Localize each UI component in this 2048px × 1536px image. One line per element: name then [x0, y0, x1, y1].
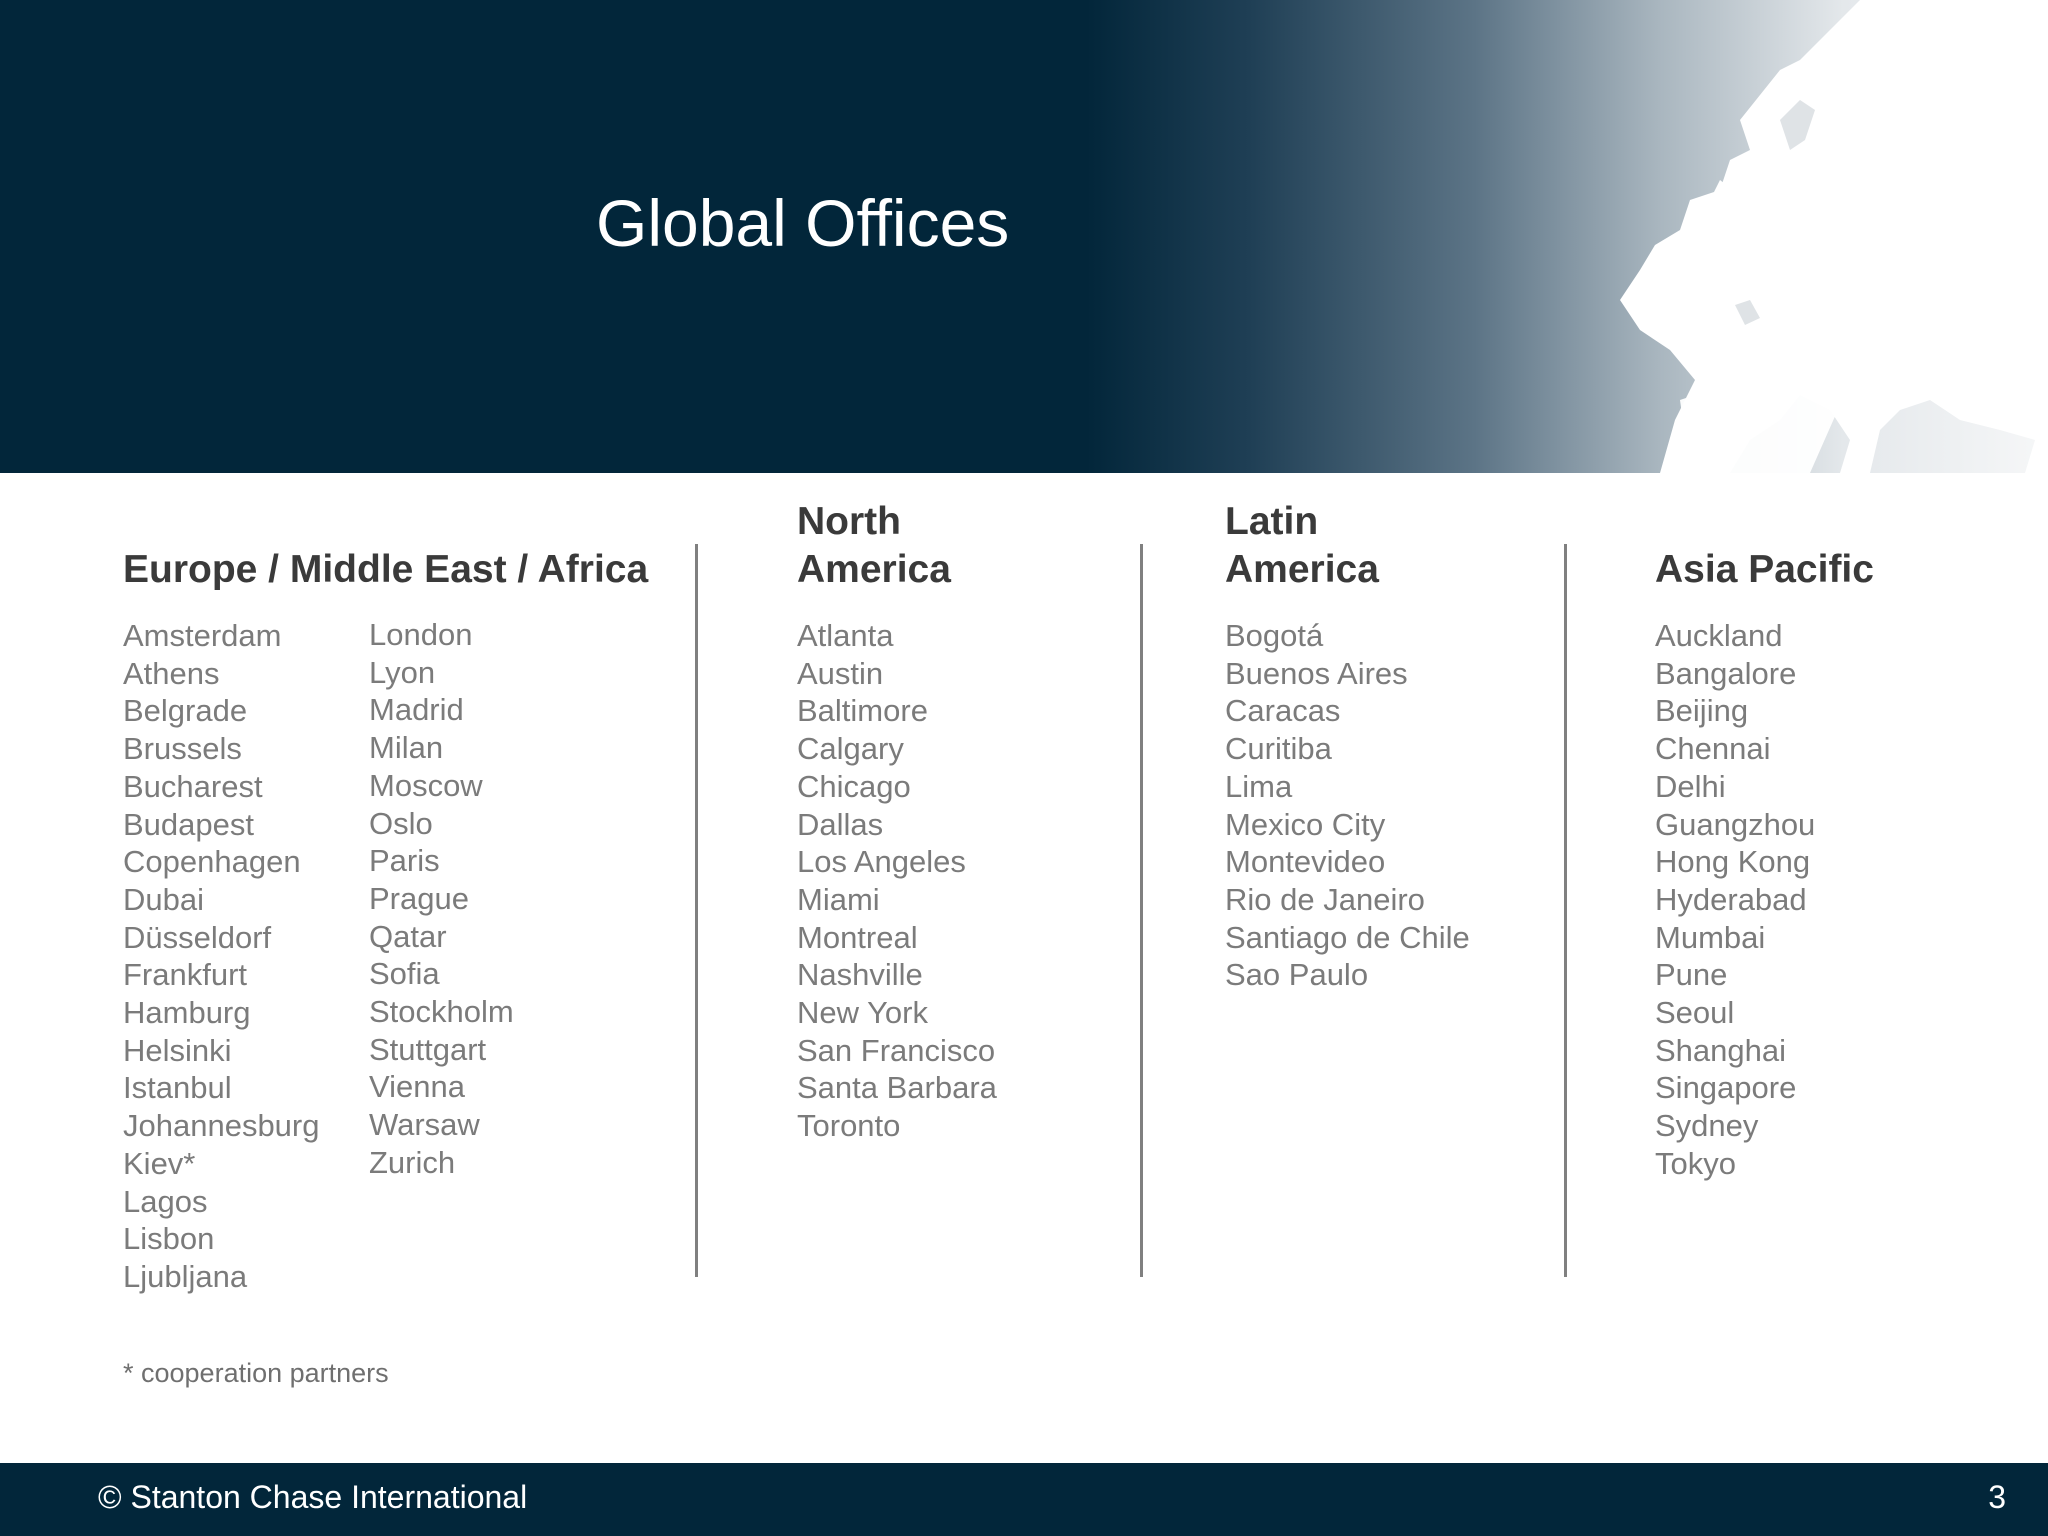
- city-item: Calgary: [797, 731, 904, 767]
- city-item: Montreal: [797, 919, 918, 955]
- region-heading-line: America: [797, 548, 951, 591]
- city-item: Austin: [797, 655, 884, 691]
- city-item: San Francisco: [797, 1032, 996, 1068]
- city-item: Sofia: [369, 956, 440, 992]
- city-item: Oslo: [369, 805, 433, 841]
- city-item: Bucharest: [123, 768, 263, 804]
- city-item: Helsinki: [123, 1032, 232, 1068]
- city-item: Paris: [369, 843, 440, 879]
- city-item: Ljubljana: [123, 1258, 248, 1294]
- city-item: Hong Kong: [1655, 844, 1811, 880]
- page-number: 3: [1988, 1479, 2006, 1515]
- city-item: Mexico City: [1225, 806, 1386, 842]
- city-item: Lima: [1225, 768, 1293, 804]
- city-item: Shanghai: [1655, 1032, 1787, 1068]
- city-item: Caracas: [1225, 693, 1341, 729]
- city-item: Dallas: [797, 806, 884, 842]
- city-item: Brussels: [123, 731, 242, 767]
- city-item: Zurich: [369, 1144, 456, 1180]
- city-item: New York: [797, 995, 928, 1031]
- page-title: Global Offices: [596, 186, 1010, 260]
- city-item: Istanbul: [123, 1070, 232, 1106]
- city-item: Moscow: [369, 767, 483, 803]
- header-banner: Global Offices: [0, 0, 2048, 473]
- city-item: Belgrade: [123, 693, 248, 729]
- region-heading-latin-america: Latin America: [1225, 498, 1379, 594]
- footer-bar: © Stanton Chase International 3: [0, 1463, 2048, 1536]
- city-item: Seoul: [1655, 995, 1735, 1031]
- city-item: Sao Paulo: [1225, 957, 1369, 993]
- column-divider: [1564, 544, 1567, 1277]
- city-item: Copenhagen: [123, 844, 301, 880]
- region-heading-asia-pacific: Asia Pacific: [1655, 548, 1874, 591]
- city-item: Guangzhou: [1655, 806, 1816, 842]
- city-item: Mumbai: [1655, 919, 1766, 955]
- city-item: Lisbon: [123, 1221, 215, 1257]
- city-item: Bangalore: [1655, 655, 1797, 691]
- city-list-north-america: Atlanta Austin Baltimore Calgary Chicago Dall…: [797, 617, 997, 1145]
- city-item: Miami: [797, 881, 880, 917]
- city-item: Santiago de Chile: [1225, 919, 1470, 955]
- city-item: Baltimore: [797, 693, 928, 729]
- city-item: Montevideo: [1225, 844, 1386, 880]
- city-item: Beijing: [1655, 693, 1749, 729]
- city-item: Buenos Aires: [1225, 655, 1408, 691]
- city-item: Pune: [1655, 957, 1728, 993]
- world-map-graphic: [1620, 0, 2048, 473]
- city-item: Chennai: [1655, 731, 1771, 767]
- city-item: Athens: [123, 655, 220, 691]
- city-list-emea-col2: London Lyon Madrid Milan Moscow Oslo Paris Prag…: [369, 616, 514, 1182]
- city-item: Sydney: [1655, 1108, 1759, 1144]
- region-heading-line: North: [797, 500, 901, 543]
- city-list-asia-pacific: Auckland Bangalore Beijing Chennai Delhi Guan…: [1655, 617, 1815, 1183]
- column-divider: [695, 544, 698, 1277]
- city-item: Hyderabad: [1655, 881, 1807, 917]
- city-item: Tokyo: [1655, 1145, 1736, 1181]
- city-item: Qatar: [369, 918, 447, 954]
- city-list-emea-col1: Amsterdam Athens Belgrade Brussels Bucharest…: [123, 617, 320, 1296]
- city-item: Stuttgart: [369, 1031, 487, 1067]
- copyright-text: © Stanton Chase International: [98, 1479, 528, 1515]
- city-item: Curitiba: [1225, 731, 1332, 767]
- city-item: Hamburg: [123, 995, 251, 1031]
- city-item: Madrid: [369, 692, 464, 728]
- city-item: Santa Barbara: [797, 1070, 997, 1106]
- column-divider: [1140, 544, 1143, 1277]
- city-item: Milan: [369, 730, 444, 766]
- city-item: Nashville: [797, 957, 923, 993]
- city-item: Düsseldorf: [123, 919, 272, 955]
- city-item: Delhi: [1655, 768, 1726, 804]
- city-item: Budapest: [123, 806, 254, 842]
- city-item: Stockholm: [369, 994, 514, 1030]
- region-heading-emea: Europe / Middle East / Africa: [123, 548, 649, 591]
- city-item: Rio de Janeiro: [1225, 881, 1425, 917]
- city-item: Bogotá: [1225, 618, 1324, 653]
- city-item: Lyon: [369, 654, 436, 690]
- region-heading-north-america: North America: [797, 498, 951, 594]
- city-item: Warsaw: [369, 1107, 480, 1143]
- city-item: London: [369, 617, 473, 652]
- city-item: Atlanta: [797, 618, 894, 653]
- city-item: Singapore: [1655, 1070, 1797, 1106]
- city-item: Kiev*: [123, 1145, 196, 1181]
- city-item: Toronto: [797, 1108, 901, 1144]
- city-item: Chicago: [797, 768, 911, 804]
- region-heading-line: Latin: [1225, 500, 1319, 543]
- city-item: Auckland: [1655, 618, 1783, 653]
- city-item: Vienna: [369, 1069, 465, 1105]
- city-list-latin-america: Bogotá Buenos Aires Caracas Curitiba Lima Mex…: [1225, 617, 1470, 994]
- city-item: Frankfurt: [123, 957, 248, 993]
- city-item: Dubai: [123, 881, 204, 917]
- region-heading-line: America: [1225, 548, 1379, 591]
- city-item: Amsterdam: [123, 618, 282, 653]
- city-item: Lagos: [123, 1183, 208, 1219]
- city-item: Johannesburg: [123, 1108, 320, 1144]
- footnote: * cooperation partners: [123, 1358, 389, 1388]
- city-item: Prague: [369, 880, 469, 916]
- city-item: Los Angeles: [797, 844, 966, 880]
